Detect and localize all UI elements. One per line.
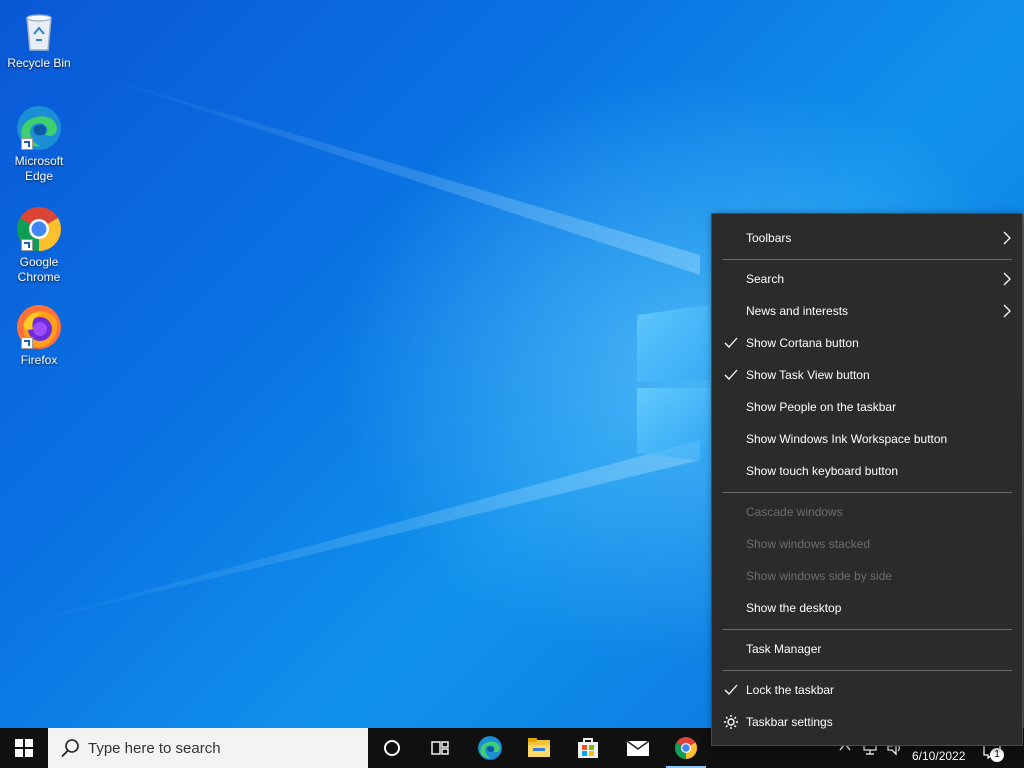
desktop-icon-edge[interactable]: Microsoft Edge <box>4 104 74 184</box>
checkmark-icon <box>724 337 738 348</box>
desktop-icon-label: Recycle Bin <box>7 56 71 70</box>
menu-item-task-manager[interactable]: Task Manager <box>712 633 1022 665</box>
menu-item-toolbars[interactable]: Toolbars <box>712 222 1022 254</box>
taskbar-search-box[interactable]: Type here to search <box>48 728 368 768</box>
menu-item-show-task-view-button[interactable]: Show Task View button <box>712 359 1022 391</box>
menu-item-show-the-desktop[interactable]: Show the desktop <box>712 592 1022 624</box>
recycle-bin-icon <box>15 6 63 54</box>
shortcut-arrow-icon <box>21 239 33 251</box>
search-icon <box>61 739 79 758</box>
menu-item-show-windows-side-by-side: Show windows side by side <box>746 569 893 583</box>
desktop-icon-label: Edge <box>24 169 54 183</box>
edge-icon <box>478 736 502 760</box>
taskbar-store-button[interactable] <box>564 728 612 768</box>
taskbar-context-menu: Toolbars Search News and interests Show … <box>711 213 1023 746</box>
task-view-button[interactable] <box>416 728 464 768</box>
menu-item-taskbar-settings[interactable]: Taskbar settings <box>712 706 1022 738</box>
clock-date[interactable]: 6/10/2022 <box>912 749 965 763</box>
menu-item-show-touch-keyboard[interactable]: Show touch keyboard button <box>712 455 1022 487</box>
chrome-icon <box>675 737 697 759</box>
task-view-icon <box>431 741 449 755</box>
store-icon <box>578 738 598 758</box>
desktop-icon-label: Google <box>19 255 59 269</box>
menu-item-show-windows-stacked: Show windows stacked <box>746 537 871 551</box>
menu-separator <box>722 629 1012 630</box>
cortana-button[interactable] <box>368 728 416 768</box>
menu-separator <box>722 259 1012 260</box>
desktop-icon-label: Chrome <box>17 270 61 284</box>
search-placeholder: Type here to search <box>88 739 221 757</box>
desktop-icon-label: Microsoft <box>14 154 64 168</box>
shortcut-arrow-icon <box>21 138 33 150</box>
gear-icon <box>724 715 738 729</box>
menu-item-search[interactable]: Search <box>712 263 1022 295</box>
taskbar-edge-button[interactable] <box>466 728 514 768</box>
chevron-right-icon <box>1003 272 1011 286</box>
chevron-right-icon <box>1003 231 1011 245</box>
desktop-icon-firefox[interactable]: Firefox <box>4 303 74 368</box>
edge-icon <box>15 104 63 152</box>
menu-item-cascade-windows: Cascade windows <box>746 505 843 519</box>
chevron-right-icon <box>1003 304 1011 318</box>
menu-item-show-cortana-button[interactable]: Show Cortana button <box>712 327 1022 359</box>
desktop-icon-chrome[interactable]: Google Chrome <box>4 205 74 285</box>
taskbar-chrome-button[interactable] <box>662 728 710 768</box>
chrome-icon <box>15 205 63 253</box>
start-button[interactable] <box>0 728 48 768</box>
shortcut-arrow-icon <box>21 337 33 349</box>
mail-icon <box>626 740 650 756</box>
menu-item-show-people[interactable]: Show People on the taskbar <box>712 391 1022 423</box>
menu-separator <box>722 492 1012 493</box>
menu-item-news-and-interests[interactable]: News and interests <box>712 295 1022 327</box>
notification-count-badge: 1 <box>990 748 1004 762</box>
desktop-icon-label: Firefox <box>20 353 58 367</box>
desktop-icon-recycle-bin[interactable]: Recycle Bin <box>4 6 74 71</box>
menu-item-show-ink-workspace[interactable]: Show Windows Ink Workspace button <box>712 423 1022 455</box>
menu-item-lock-the-taskbar[interactable]: Lock the taskbar <box>712 674 1022 706</box>
menu-separator <box>722 670 1012 671</box>
checkmark-icon <box>724 684 738 695</box>
taskbar-file-explorer-button[interactable] <box>515 728 563 768</box>
windows-logo-icon <box>15 739 33 757</box>
cortana-icon <box>384 740 400 756</box>
file-explorer-icon <box>528 738 550 757</box>
taskbar-mail-button[interactable] <box>614 728 662 768</box>
firefox-icon <box>15 303 63 351</box>
checkmark-icon <box>724 369 738 380</box>
